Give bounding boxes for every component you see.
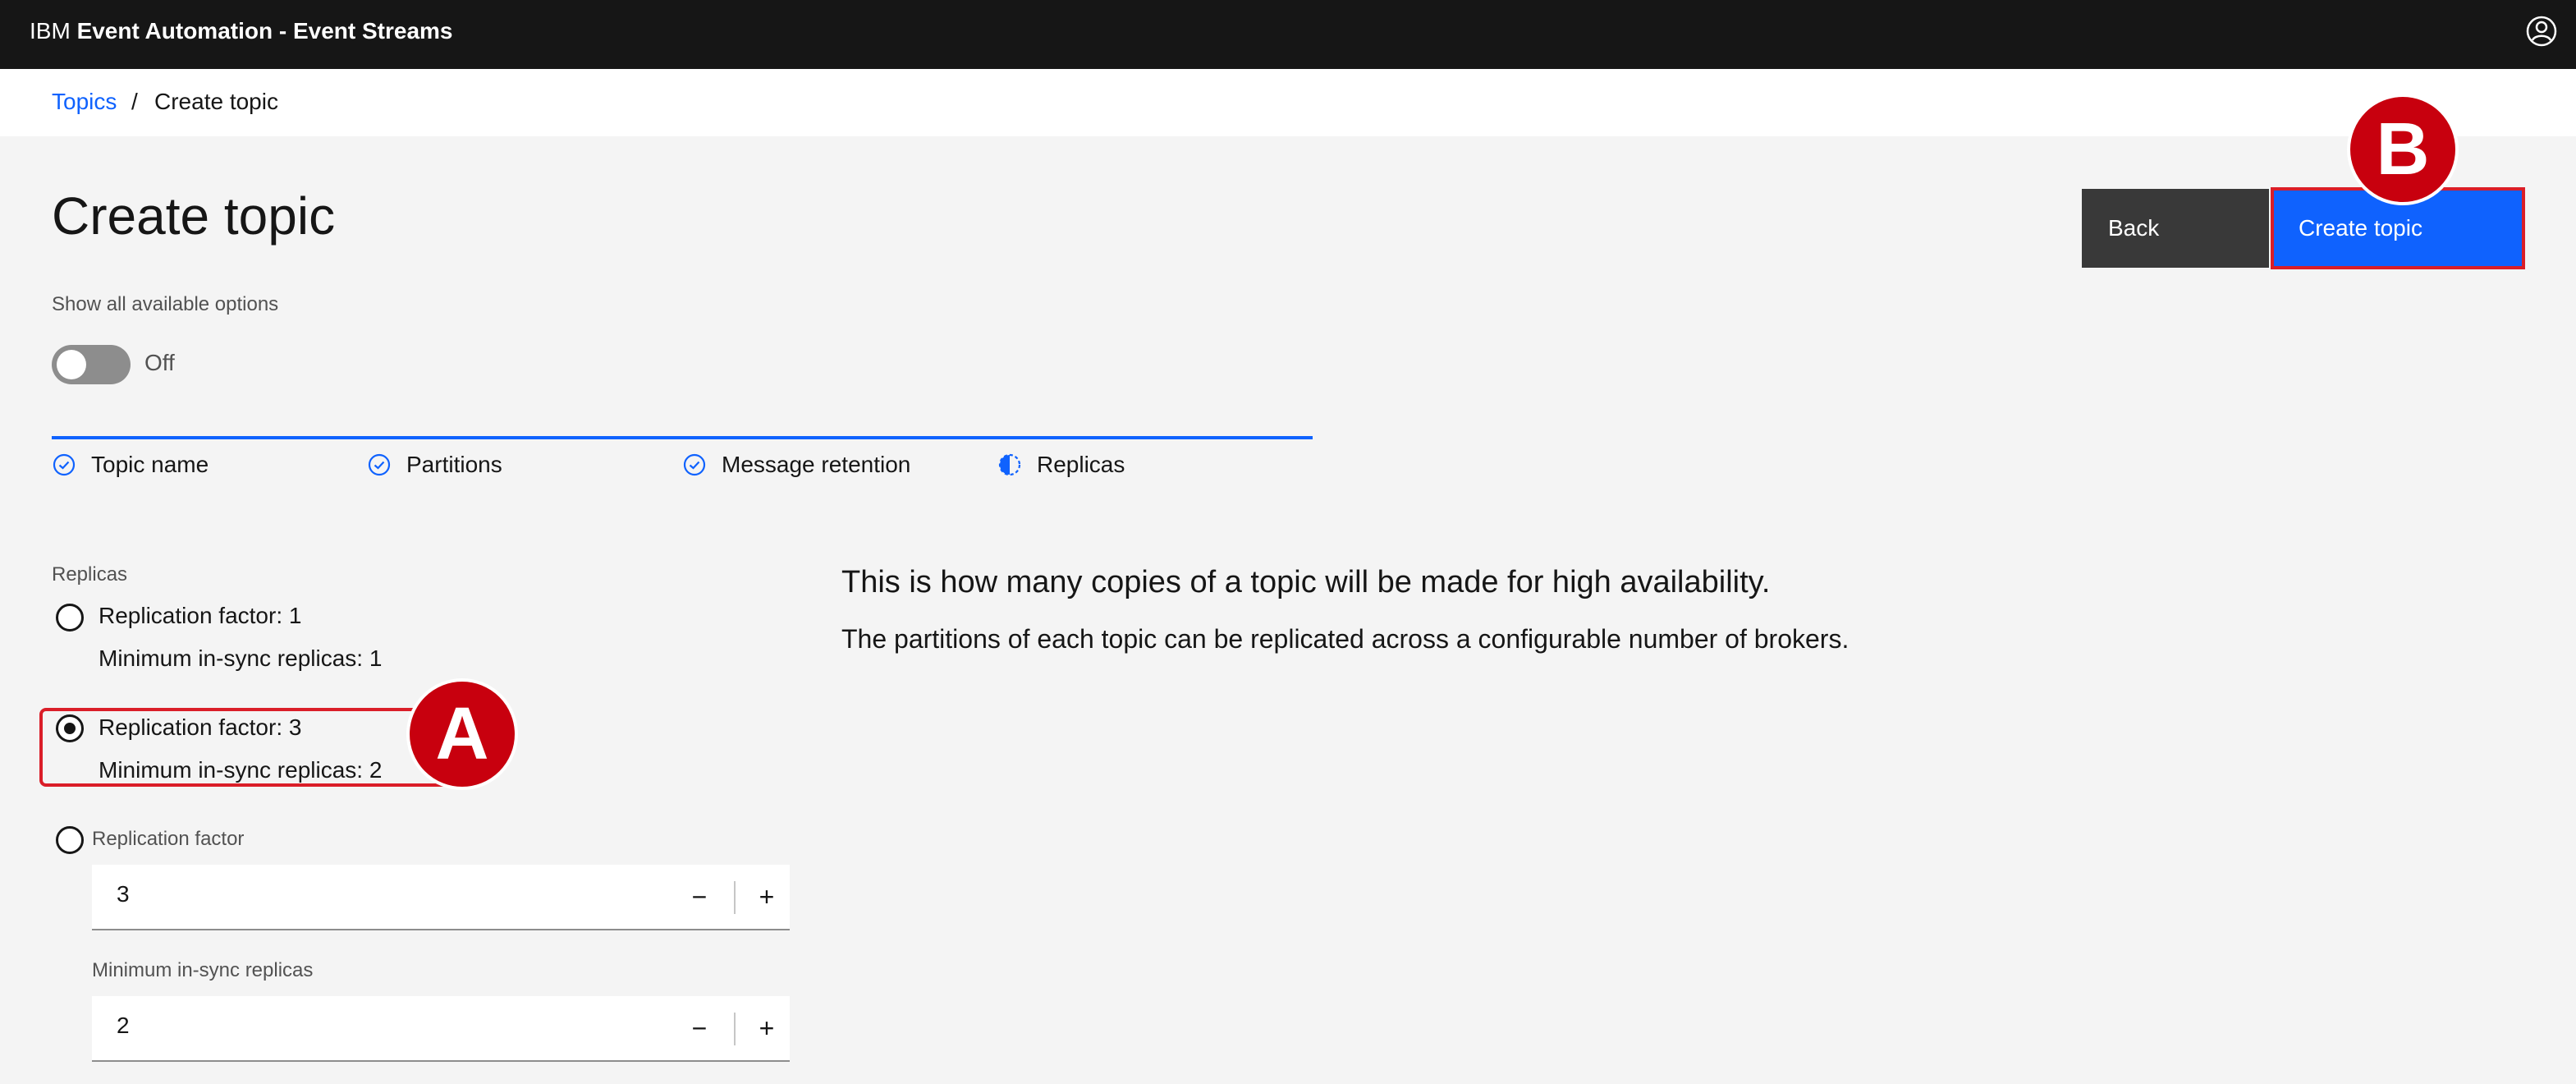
user-avatar-icon[interactable] <box>2525 15 2558 48</box>
replication-factor-label: Replication factor <box>92 828 245 850</box>
option-2-min-isr: Minimum in-sync replicas: 2 <box>99 757 383 783</box>
step-replicas[interactable]: Replicas <box>997 452 1125 478</box>
breadcrumb <box>0 69 2576 136</box>
brand-prefix: IBM <box>30 18 71 44</box>
step-partitions[interactable]: Partitions <box>367 452 502 478</box>
min-isr-label: Minimum in-sync replicas <box>92 959 314 981</box>
toggle-label: Show all available options <box>52 293 279 315</box>
replicas-section-label: Replicas <box>52 563 128 586</box>
step-label: Message retention <box>722 452 911 477</box>
stepper-divider <box>734 881 736 914</box>
step-message-retention[interactable]: Message retention <box>682 452 910 478</box>
breadcrumb-separator: / <box>131 89 138 114</box>
breadcrumb-link-topics[interactable]: Topics <box>52 89 117 115</box>
show-options-toggle[interactable] <box>52 345 131 384</box>
marker-b: B <box>2347 94 2459 205</box>
replication-factor-value: 3 <box>117 881 130 907</box>
checkmark-outline-icon <box>683 453 706 476</box>
step-label: Partitions <box>406 452 502 477</box>
increment-button[interactable]: + <box>742 1004 791 1054</box>
breadcrumb-current: Create topic <box>154 89 278 114</box>
marker-a: A <box>406 678 518 790</box>
description-heading: This is how many copies of a topic will … <box>841 565 1771 599</box>
stepper-divider <box>734 1013 736 1045</box>
page-title: Create topic <box>52 186 336 246</box>
step-label: Replicas <box>1037 452 1125 477</box>
checkmark-outline-icon <box>368 453 391 476</box>
toggle-state-text: Off <box>144 350 175 375</box>
incomplete-icon <box>998 453 1021 476</box>
description-body: The partitions of each topic can be repl… <box>841 624 1849 654</box>
step-topic-name[interactable]: Topic name <box>52 452 209 478</box>
toggle-knob <box>57 350 86 379</box>
option-2-factor: Replication factor: 3 <box>99 714 302 740</box>
radio-replication-3[interactable] <box>56 714 84 742</box>
decrement-button[interactable]: − <box>675 873 724 922</box>
brand-product: Event Automation - Event Streams <box>76 18 453 44</box>
progress-line <box>52 436 1313 439</box>
radio-custom-replication[interactable] <box>56 826 84 854</box>
replication-factor-input[interactable]: 3 − + <box>92 865 790 930</box>
step-label: Topic name <box>91 452 209 477</box>
increment-button[interactable]: + <box>742 873 791 922</box>
checkmark-outline-icon <box>53 453 76 476</box>
decrement-button[interactable]: − <box>675 1004 724 1054</box>
option-1-min-isr: Minimum in-sync replicas: 1 <box>99 645 383 671</box>
top-header: IBM Event Automation - Event Streams <box>0 0 2576 69</box>
radio-replication-1[interactable] <box>56 604 84 632</box>
min-isr-value: 2 <box>117 1013 130 1038</box>
option-1-factor: Replication factor: 1 <box>99 603 302 628</box>
back-button[interactable]: Back <box>2082 189 2269 268</box>
min-isr-input[interactable]: 2 − + <box>92 996 790 1062</box>
app-brand[interactable]: IBM Event Automation - Event Streams <box>30 0 453 69</box>
